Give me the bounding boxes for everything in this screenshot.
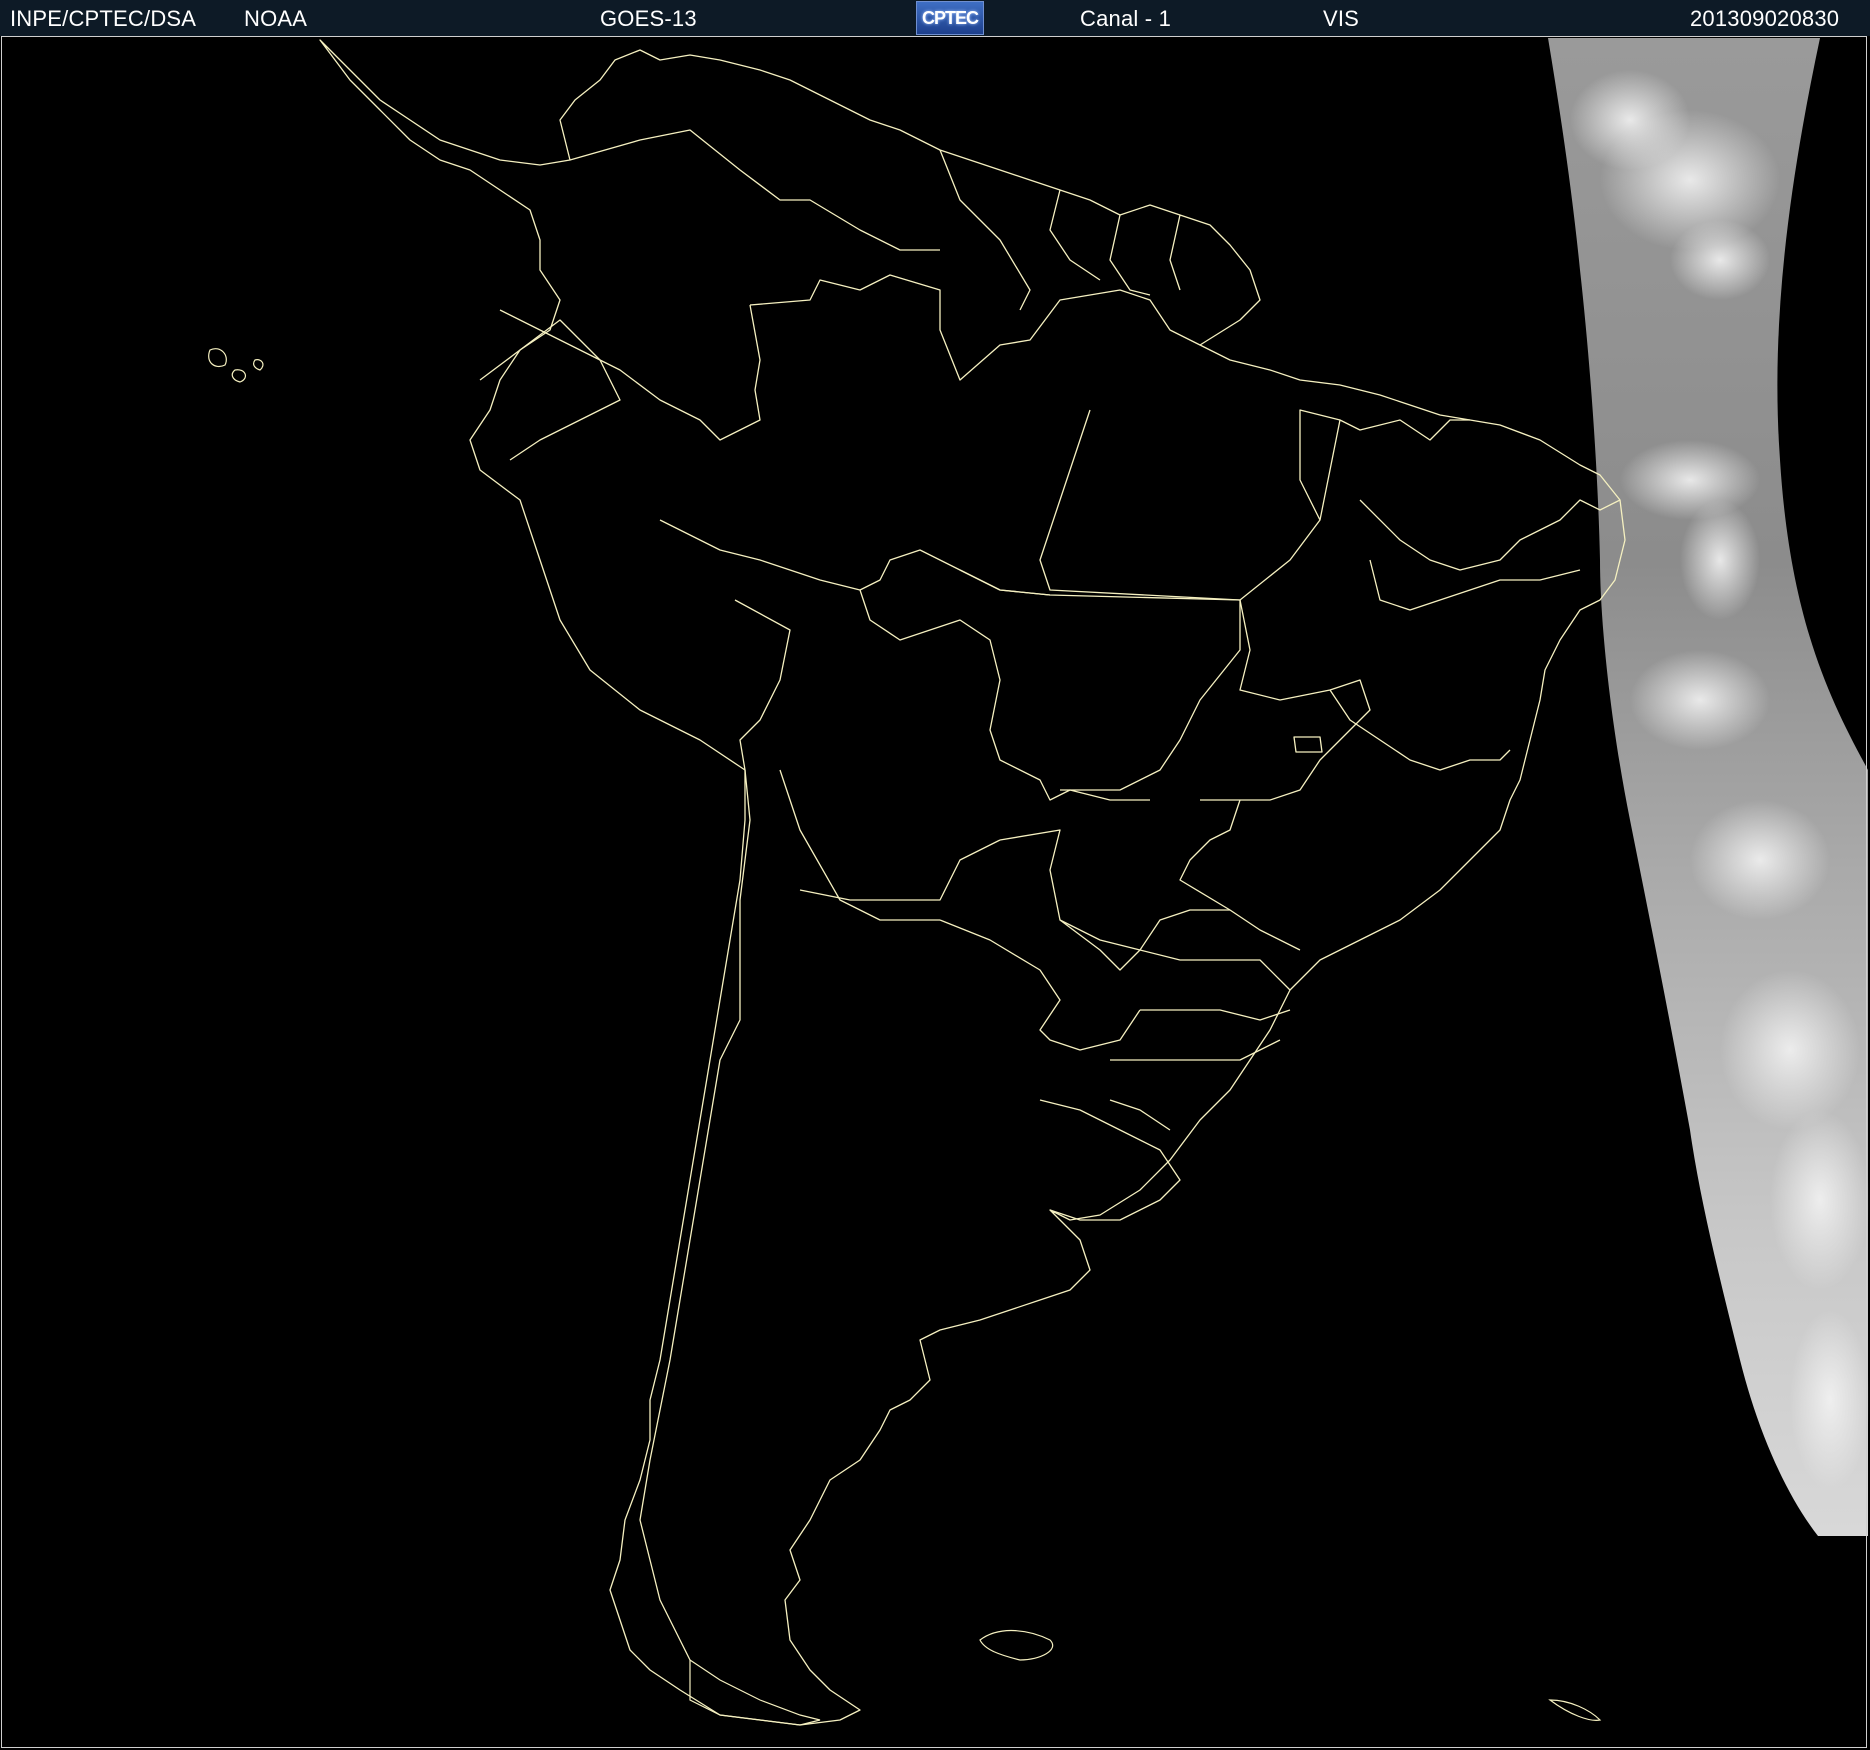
border-venezuela-guyana [939,149,1031,311]
brazil-states-central [1179,599,1511,951]
cloud-puff [1680,500,1760,620]
brazil-states-south [1059,919,1291,1061]
brazil-state-mato-grosso [959,569,1241,791]
band-label: VIS [1323,6,1360,31]
border-bolivia-argentina [799,839,1001,901]
falkland-islands [979,1629,1054,1661]
south-georgia-island [1548,1699,1602,1721]
cloud-puff [1570,70,1690,170]
timestamp-label: 201309020830 [1690,6,1840,31]
cloud-puff [1790,1310,1870,1490]
galapagos-island [231,369,247,383]
uruguay-interior [1109,1099,1171,1131]
cloud-swath [1548,38,1870,1536]
cloud-puff [1670,220,1770,300]
image-header: INPE/CPTEC/DSA NOAA GOES-13 CPTEC Canal … [0,0,1870,36]
institution-label: INPE/CPTEC/DSA [10,6,197,31]
cloud-puff [1770,1110,1870,1290]
border-argentina-paraguay [939,919,1141,1051]
cloud-puff [1690,800,1830,920]
border-ecuador [479,319,621,461]
federal-district [1293,736,1323,753]
border-amazonas-para [1039,409,1241,601]
galapagos-island [208,348,227,368]
political-boundaries [319,39,1626,1726]
logo-text: CPTEC [921,7,979,28]
tierra-del-fuego [689,1658,821,1726]
border-peru-bolivia [734,599,791,771]
border-guyanas [1049,189,1181,296]
border-argentina-uruguay [1039,1099,1181,1221]
cloud-puff [1630,650,1770,750]
border-colombia-venezuela [569,129,940,251]
galapagos-island [253,359,264,371]
continent-coastline [319,39,1626,1726]
border-bolivia-brazil [859,589,1150,801]
satellite-label: GOES-13 [600,6,697,31]
cptec-logo: CPTEC [916,1,984,35]
border-peru-brazil [659,519,1051,596]
border-chile-argentina [639,769,751,1661]
agency-label: NOAA [244,6,308,31]
border-colombia-peru [499,304,761,441]
border-bolivia-paraguay [779,769,940,921]
brazil-states-northeast [1239,409,1621,611]
cloud-puff [1720,970,1860,1130]
border-paraguay [999,829,1230,971]
channel-label: Canal - 1 [1080,6,1172,31]
map-svg [208,38,1870,1726]
satellite-map [0,36,1870,1750]
